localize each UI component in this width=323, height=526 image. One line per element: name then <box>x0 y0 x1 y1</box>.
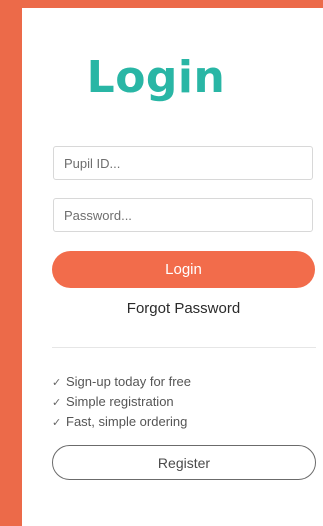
login-card: Login Login Forgot Password ✓ Sign-up tod… <box>22 8 323 526</box>
divider <box>52 347 316 348</box>
benefit-text: Sign-up today for free <box>66 374 192 389</box>
password-input[interactable] <box>53 198 313 232</box>
login-button[interactable]: Login <box>52 251 315 288</box>
benefits-list: ✓ Sign-up today for free ✓ Simple registra… <box>52 372 191 432</box>
page-title: Login <box>86 52 226 103</box>
check-icon: ✓ <box>52 417 62 429</box>
benefit-text: Simple registration <box>66 394 174 409</box>
benefit-text: Fast, simple ordering <box>66 414 188 429</box>
forgot-password-link[interactable]: Forgot Password <box>52 300 315 317</box>
benefit-item: ✓ Simple registration <box>52 392 191 412</box>
check-icon: ✓ <box>52 397 62 409</box>
benefit-item: ✓ Fast, simple ordering <box>52 412 191 432</box>
pupil-id-input[interactable] <box>53 146 313 180</box>
register-button[interactable]: Register <box>52 445 316 480</box>
benefit-item: ✓ Sign-up today for free <box>52 372 191 392</box>
check-icon: ✓ <box>52 377 62 389</box>
